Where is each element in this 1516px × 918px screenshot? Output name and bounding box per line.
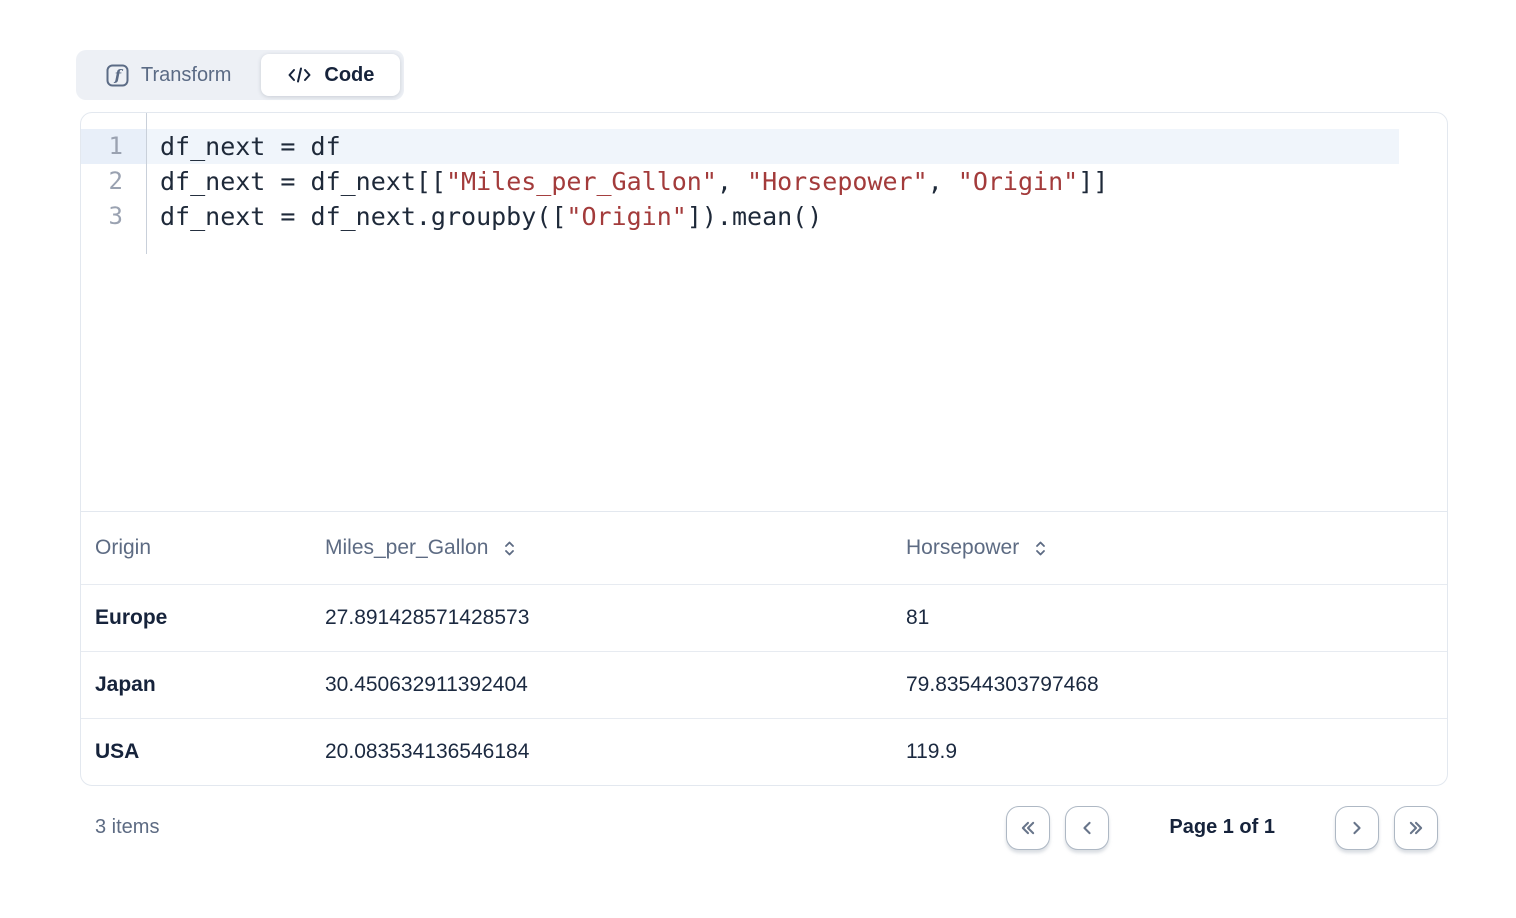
items-count: 3 items — [95, 816, 159, 839]
line-number: 2 — [81, 164, 146, 199]
table-row-europe: Europe 27.891428571428573 81 — [81, 584, 1447, 651]
tab-code-label: Code — [324, 64, 374, 87]
string-token: "Horsepower" — [747, 167, 928, 196]
code-line-3: df_next = df_next.groupby(["Origin"]).me… — [147, 199, 1399, 234]
code-line-1: df_next = df — [147, 129, 1399, 164]
column-header-origin: Origin — [81, 536, 311, 560]
table-header-row: Origin Miles_per_Gallon Horsepower — [81, 512, 1447, 584]
page-indicator: Page 1 of 1 — [1169, 816, 1275, 839]
tab-transform-label: Transform — [141, 64, 231, 87]
table-row-usa: USA 20.083534136546184 119.9 — [81, 718, 1447, 785]
svg-text:f: f — [114, 66, 124, 84]
code-token: df_next = df_next.groupby([ — [160, 202, 566, 231]
column-header-miles-per-gallon[interactable]: Miles_per_Gallon — [311, 536, 892, 560]
code-token: ]] — [1078, 167, 1108, 196]
double-chevron-left-icon — [1016, 816, 1040, 840]
string-token: "Miles_per_Gallon" — [446, 167, 717, 196]
tab-transform[interactable]: f Transform — [76, 54, 257, 96]
cell-horsepower: 79.83544303797468 — [892, 673, 1447, 697]
string-token: "Origin" — [958, 167, 1078, 196]
first-page-button[interactable] — [1006, 806, 1050, 850]
column-header-miles-per-gallon-label: Miles_per_Gallon — [325, 536, 488, 560]
code-line-2: df_next = df_next[["Miles_per_Gallon", "… — [147, 164, 1399, 199]
pagination-bar: 3 items Page 1 of 1 — [80, 805, 1438, 850]
code-token: df_next = df — [160, 132, 341, 161]
column-header-horsepower[interactable]: Horsepower — [892, 536, 1447, 560]
string-token: "Origin" — [566, 202, 686, 231]
view-mode-tabs: f Transform Code — [76, 50, 404, 100]
code-token: df_next = df_next[[ — [160, 167, 446, 196]
line-number-gutter: 1 2 3 — [81, 113, 147, 254]
code-area: df_next = df df_next = df_next[["Miles_p… — [147, 113, 1447, 511]
code-token: ]).mean() — [687, 202, 822, 231]
cell-origin: Japan — [81, 673, 311, 697]
tab-code[interactable]: Code — [261, 54, 400, 96]
cell-horsepower: 119.9 — [892, 740, 1447, 764]
result-table: Origin Miles_per_Gallon Horsepower — [81, 512, 1447, 785]
cell-origin: Europe — [81, 606, 311, 630]
column-header-horsepower-label: Horsepower — [906, 536, 1019, 560]
line-number: 1 — [81, 129, 146, 164]
cell-miles-per-gallon: 30.450632911392404 — [311, 673, 892, 697]
function-icon: f — [106, 64, 129, 87]
sort-icon[interactable] — [1033, 539, 1048, 558]
last-page-button[interactable] — [1394, 806, 1438, 850]
code-slash-icon — [287, 65, 312, 85]
cell-origin: USA — [81, 740, 311, 764]
cell-miles-per-gallon: 20.083534136546184 — [311, 740, 892, 764]
code-editor[interactable]: 1 2 3 df_next = df df_next = df_next[["M… — [81, 113, 1447, 512]
code-panel: 1 2 3 df_next = df df_next = df_next[["M… — [80, 112, 1448, 786]
cell-miles-per-gallon: 27.891428571428573 — [311, 606, 892, 630]
next-page-button[interactable] — [1335, 806, 1379, 850]
chevron-right-icon — [1345, 816, 1369, 840]
column-header-origin-label: Origin — [95, 536, 151, 560]
table-row-japan: Japan 30.450632911392404 79.835443037974… — [81, 651, 1447, 718]
chevron-left-icon — [1075, 816, 1099, 840]
code-token: , — [928, 167, 958, 196]
cell-horsepower: 81 — [892, 606, 1447, 630]
sort-icon[interactable] — [502, 539, 517, 558]
double-chevron-right-icon — [1404, 816, 1428, 840]
app-root: f Transform Code 1 2 3 — [0, 0, 1516, 918]
code-token: , — [717, 167, 747, 196]
previous-page-button[interactable] — [1065, 806, 1109, 850]
line-number: 3 — [81, 199, 146, 234]
